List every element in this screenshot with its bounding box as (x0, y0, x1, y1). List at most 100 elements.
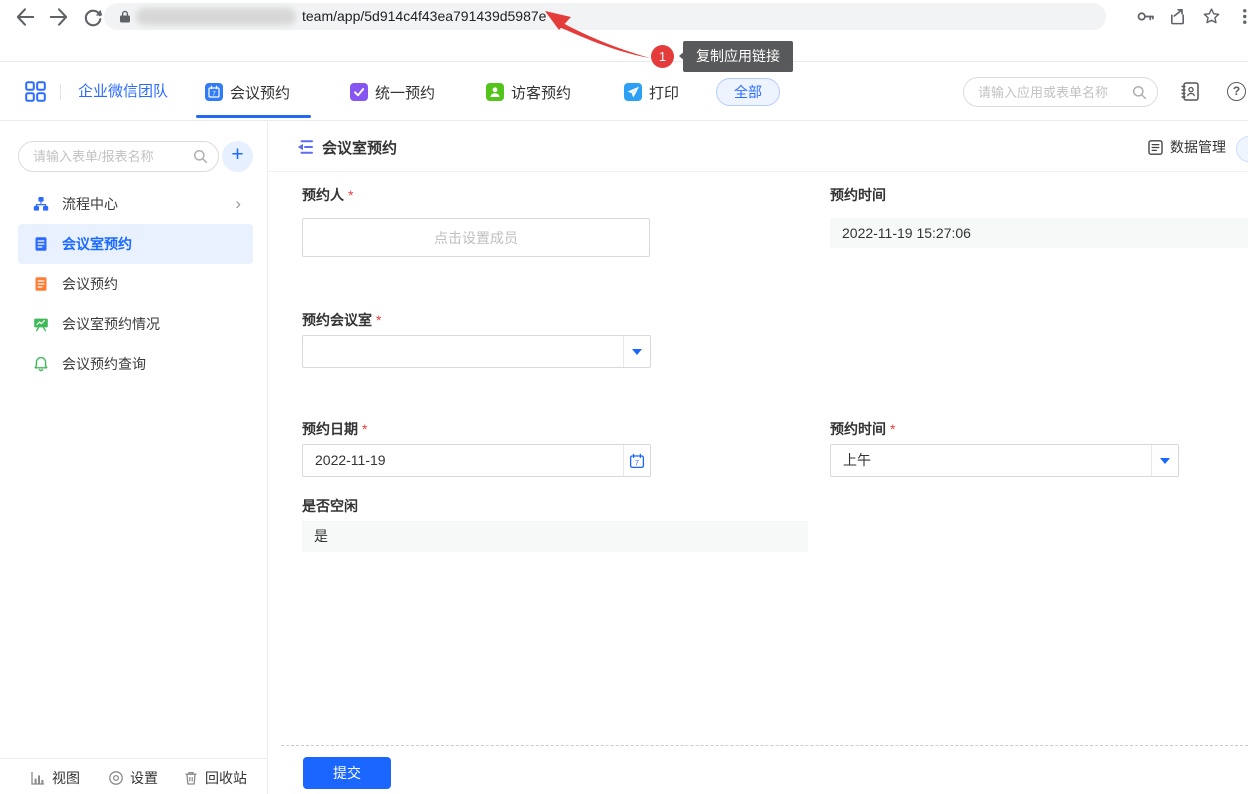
chevron-right-icon[interactable]: › (235, 196, 241, 212)
presentation-board-icon (33, 316, 49, 332)
reserve-period-select[interactable]: 上午 (830, 444, 1179, 477)
tab-meeting-reserve[interactable]: 7 会议预约 (205, 80, 290, 104)
sidebar-item-flow-center[interactable]: 流程中心 › (18, 184, 253, 224)
help-icon[interactable]: ? (1227, 82, 1246, 101)
meeting-room-select-value (303, 336, 623, 367)
app-launcher-grid-icon[interactable] (25, 81, 46, 102)
collapse-sidebar-icon[interactable] (296, 138, 314, 156)
reserve-period-value: 上午 (831, 445, 1151, 476)
submit-button[interactable]: 提交 (303, 757, 391, 789)
meeting-reserve-tab-icon: 7 (205, 83, 223, 101)
search-icon (193, 149, 208, 164)
reserver-member-picker[interactable] (302, 218, 650, 257)
tab-label: 打印 (649, 82, 679, 103)
bookmark-star-icon[interactable] (1202, 7, 1221, 26)
calendar-icon: 7 (629, 453, 645, 469)
views-label: 视图 (52, 768, 80, 788)
is-free-readonly-field: 是 (302, 521, 808, 552)
trash-icon (183, 770, 199, 786)
browser-back-icon[interactable] (14, 6, 36, 28)
app-search-input[interactable] (978, 79, 1126, 105)
visitor-reserve-tab-icon (486, 83, 504, 101)
sidebar-item-label: 会议预约 (62, 274, 118, 294)
add-form-button[interactable]: + (222, 141, 253, 172)
url-text: team/app/5d914c4f43ea791439d5987e (302, 3, 546, 30)
reserve-date-value: 2022-11-19 (303, 445, 623, 476)
settings-label: 设置 (130, 768, 158, 788)
field-label-created-time: 预约时间 (830, 185, 886, 205)
chevron-down-icon (1160, 458, 1170, 469)
unified-reserve-tab-icon (350, 83, 368, 101)
browser-forward-icon[interactable] (48, 6, 70, 28)
tab-visitor-reserve[interactable]: 访客预约 (486, 80, 571, 104)
contact-book-icon[interactable] (1180, 81, 1201, 102)
browser-menu-kebab-icon[interactable] (1240, 7, 1248, 26)
search-icon (1132, 85, 1147, 100)
document-icon (33, 276, 49, 292)
annotation-arrow (540, 8, 655, 60)
sidebar-item-room-status[interactable]: 会议室预约情况 (18, 304, 253, 344)
sidebar-footer: 视图 设置 回收站 (0, 758, 268, 794)
field-label-meeting-room: 预约会议室* (302, 310, 381, 330)
sidebar-item-label: 会议室预约情况 (62, 314, 160, 334)
calendar-zone[interactable]: 7 (623, 445, 650, 476)
annotation-step-badge: 1 (651, 45, 674, 68)
lock-icon (119, 9, 131, 24)
annotation-tooltip: 复制应用链接 (683, 41, 793, 72)
views-button[interactable]: 视图 (30, 768, 80, 788)
sidebar: + 流程中心 › 会议室预约 会议预约 (0, 121, 268, 794)
url-redacted-segment (136, 8, 296, 25)
dropdown-arrow-zone[interactable] (623, 336, 650, 367)
filter-all-pill[interactable]: 全部 (716, 78, 780, 106)
print-tab-icon (624, 83, 642, 101)
field-label-reserver: 预约人* (302, 185, 353, 205)
form-search-input[interactable] (33, 143, 185, 170)
recycle-bin-button[interactable]: 回收站 (183, 768, 247, 788)
field-label-reserve-date: 预约日期* (302, 419, 367, 439)
main-panel: 会议室预约 数据管理 预约人* 预约时间 2022-11-19 15:27:06… (268, 121, 1248, 794)
sidebar-item-label: 流程中心 (62, 194, 118, 214)
flow-center-icon (33, 196, 49, 212)
nav-divider (60, 84, 61, 100)
chevron-down-icon (632, 349, 642, 360)
team-name-link[interactable]: 企业微信团队 (78, 81, 168, 102)
svg-text:7: 7 (212, 90, 216, 97)
dropdown-arrow-zone[interactable] (1151, 445, 1178, 476)
browser-reload-icon[interactable] (82, 6, 104, 28)
sidebar-item-label: 会议室预约 (62, 234, 132, 254)
form-title: 会议室预约 (322, 137, 397, 158)
sidebar-item-reserve-query[interactable]: 会议预约查询 (18, 344, 253, 384)
reserve-date-picker[interactable]: 2022-11-19 7 (302, 444, 651, 477)
document-icon (33, 236, 49, 252)
svg-text:7: 7 (635, 460, 639, 467)
gear-icon (108, 770, 124, 786)
field-label-reserve-period: 预约时间* (830, 419, 895, 439)
data-manage-icon (1147, 139, 1164, 156)
sidebar-item-meeting-room-reserve[interactable]: 会议室预约 (18, 224, 253, 264)
form-header: 会议室预约 数据管理 (268, 121, 1248, 172)
app-search-box[interactable] (963, 77, 1158, 107)
recycle-bin-label: 回收站 (205, 768, 247, 788)
form-search-box[interactable] (18, 141, 219, 172)
data-manage-label: 数据管理 (1170, 137, 1226, 157)
tab-label: 访客预约 (511, 82, 571, 103)
password-key-icon[interactable] (1136, 7, 1155, 26)
tab-print[interactable]: 打印 (624, 80, 679, 104)
footer-divider (281, 745, 1248, 746)
meeting-room-select[interactable] (302, 335, 651, 368)
tab-label: 会议预约 (230, 82, 290, 103)
created-time-readonly-field: 2022-11-19 15:27:06 (830, 218, 1248, 248)
tab-label: 统一预约 (375, 82, 435, 103)
edge-partial-button[interactable] (1236, 136, 1248, 162)
share-icon[interactable] (1168, 7, 1187, 26)
data-manage-button[interactable]: 数据管理 (1147, 137, 1226, 157)
field-label-is-free: 是否空闲 (302, 496, 358, 516)
bell-icon (33, 356, 49, 372)
tab-unified-reserve[interactable]: 统一预约 (350, 80, 435, 104)
sidebar-item-label: 会议预约查询 (62, 354, 146, 374)
sidebar-item-meeting-reserve[interactable]: 会议预约 (18, 264, 253, 304)
bar-chart-icon (30, 770, 46, 786)
settings-button[interactable]: 设置 (108, 768, 158, 788)
screen: team/app/5d914c4f43ea791439d5987e 1 复制应用… (0, 0, 1248, 794)
reserver-input[interactable] (303, 219, 649, 256)
